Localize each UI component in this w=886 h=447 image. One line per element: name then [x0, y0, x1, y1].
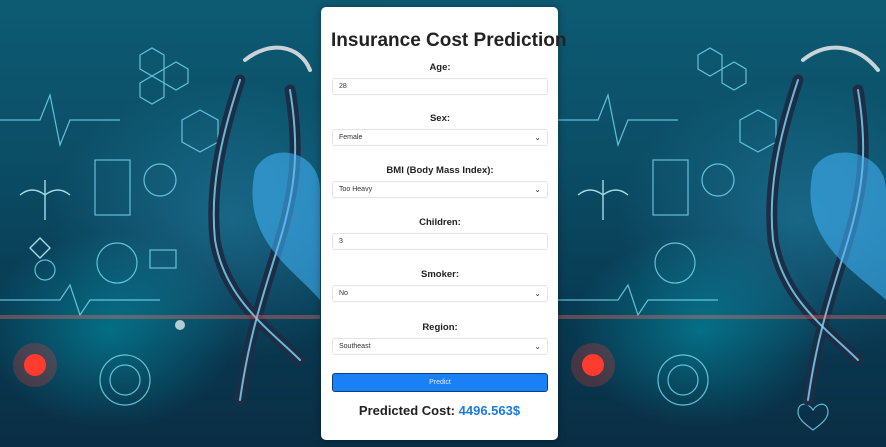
predicted-cost: Predicted Cost: 4496.563$ [321, 403, 558, 418]
predicted-cost-label: Predicted Cost: [358, 403, 455, 418]
region-select[interactable]: Southeast ⌄ [332, 338, 548, 355]
children-input-value: 3 [339, 238, 343, 245]
sex-label: Sex: [429, 113, 451, 124]
smoker-label: Smoker: [420, 269, 459, 280]
bmi-field-group: BMI (Body Mass Index): Too Heavy ⌄ [332, 165, 548, 198]
sex-select[interactable]: Female ⌄ [332, 129, 548, 146]
chevron-down-icon: ⌄ [534, 185, 541, 194]
age-input[interactable]: 28 [332, 78, 548, 95]
age-label: Age: [429, 62, 451, 73]
age-field-group: Age: 28 [332, 62, 548, 95]
sex-select-value: Female [339, 134, 363, 141]
bmi-select-value: Too Heavy [339, 186, 373, 193]
bmi-label: BMI (Body Mass Index): [386, 165, 494, 176]
bmi-select[interactable]: Too Heavy ⌄ [332, 181, 548, 198]
sex-field-group: Sex: Female ⌄ [332, 113, 548, 146]
children-label: Children: [419, 217, 461, 228]
age-input-value: 28 [339, 83, 347, 90]
chevron-down-icon: ⌄ [534, 133, 541, 142]
predicted-cost-value: 4496.563$ [458, 403, 521, 418]
region-field-group: Region: Southeast ⌄ [332, 322, 548, 355]
smoker-select[interactable]: No ⌄ [332, 285, 548, 302]
stethoscope-heart-art-left [0, 45, 320, 406]
children-input[interactable]: 3 [332, 233, 548, 250]
prediction-form-card: Insurance Cost Prediction Age: 28 Sex: F… [321, 7, 567, 440]
region-select-value: Southeast [339, 343, 371, 350]
children-field-group: Children: 3 [332, 217, 548, 250]
page-title: Insurance Cost Prediction [331, 30, 567, 51]
smoker-field-group: Smoker: No ⌄ [332, 269, 548, 302]
chevron-down-icon: ⌄ [534, 289, 541, 298]
chevron-down-icon: ⌄ [534, 342, 541, 351]
predict-button[interactable]: Predict [332, 373, 548, 392]
stethoscope-heart-art-right [558, 45, 886, 431]
region-label: Region: [422, 322, 458, 333]
smoker-select-value: No [339, 290, 348, 297]
